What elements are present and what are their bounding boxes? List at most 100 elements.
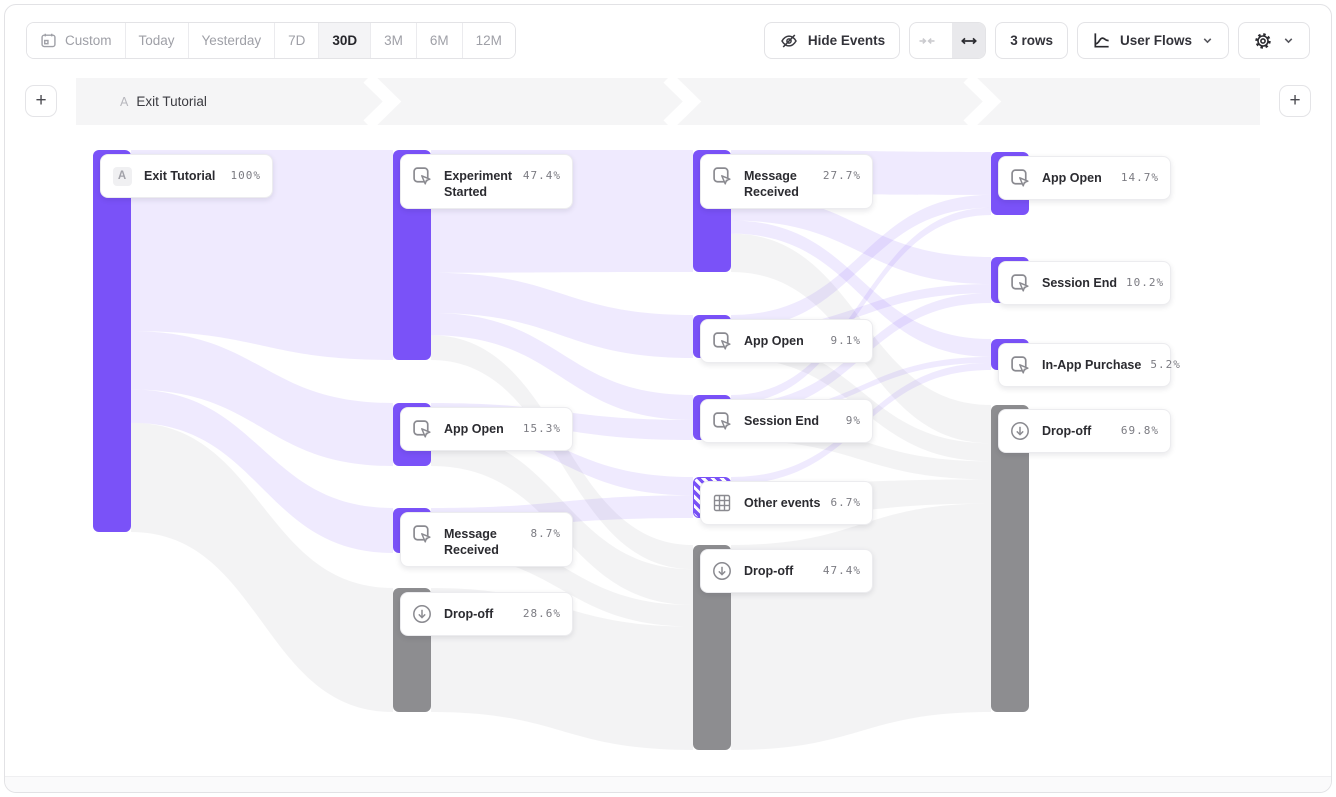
node-percentage: 9% (846, 408, 861, 427)
view-selector-label: User Flows (1120, 33, 1192, 48)
sankey-card-drop3[interactable]: Drop-off 47.4% (700, 549, 873, 593)
drop-off-icon (709, 558, 735, 584)
date-range-30d[interactable]: 30D (319, 23, 371, 58)
node-percentage: 9.1% (831, 328, 862, 347)
sankey-card-se3[interactable]: Session End 9% (700, 399, 873, 443)
arrows-expand-icon[interactable] (952, 23, 985, 58)
scrollbar-track[interactable] (5, 776, 1331, 792)
chevron-down-icon (1201, 34, 1214, 47)
sankey-card-app2[interactable]: App Open 15.3% (400, 407, 573, 451)
sankey-card-msg2[interactable]: Message Received 8.7% (400, 512, 573, 567)
sankey-card-other3[interactable]: Other events 6.7% (700, 481, 873, 525)
rows-button[interactable]: 3 rows (995, 22, 1068, 59)
toolbar: Custom Today Yesterday 7D 30D 3M 6M 12M Hide Ev… (26, 22, 1310, 59)
step-badge: A (120, 95, 128, 109)
sankey-card-iap4[interactable]: In-App Purchase5.2% (998, 343, 1171, 387)
date-range-label: Yesterday (202, 33, 262, 48)
step-badge: A (109, 163, 135, 189)
node-percentage: 14.7% (1121, 165, 1159, 184)
node-percentage: 100% (231, 163, 262, 182)
event-icon (1007, 165, 1033, 191)
node-percentage: 8.7% (531, 521, 562, 540)
rows-label: 3 rows (1010, 33, 1053, 48)
date-range-label: 6M (430, 33, 449, 48)
date-range-label: Custom (65, 33, 112, 48)
settings-dropdown[interactable] (1238, 22, 1310, 59)
step-label[interactable]: A Exit Tutorial (120, 78, 207, 125)
chevron-down-icon (1282, 34, 1295, 47)
eye-off-icon (779, 31, 799, 51)
node-percentage: 6.7% (831, 490, 862, 509)
other-events-grid-icon (709, 490, 735, 516)
sankey-link-drop3-drop4[interactable] (731, 504, 991, 750)
sankey-card-exp[interactable]: Experiment Started 47.4% (400, 154, 573, 209)
sankey-card-app4[interactable]: App Open 14.7% (998, 156, 1171, 200)
step-separator-chevrons (76, 78, 1260, 125)
date-range-label: 30D (332, 33, 357, 48)
node-percentage: 15.3% (523, 416, 561, 435)
event-icon (409, 163, 435, 189)
node-label: Drop-off (744, 558, 793, 579)
date-range-12m[interactable]: 12M (463, 23, 515, 58)
date-range-6m[interactable]: 6M (417, 23, 463, 58)
node-percentage: 10.2% (1126, 270, 1164, 289)
steps-header-strip: A Exit Tutorial (76, 78, 1260, 125)
node-label: Exit Tutorial (144, 163, 215, 184)
sankey-card-drop4[interactable]: Drop-off 69.8% (998, 409, 1171, 453)
node-percentage: 27.7% (823, 163, 861, 182)
sankey-card-msg3[interactable]: Message Received 27.7% (700, 154, 873, 209)
flow-chart-icon (1092, 31, 1111, 50)
event-icon (409, 521, 435, 547)
date-range-label: 7D (288, 33, 305, 48)
sankey-card-exit[interactable]: A Exit Tutorial 100% (100, 154, 273, 198)
step-title: Exit Tutorial (136, 94, 207, 109)
node-label: Session End (744, 408, 819, 429)
add-step-right-button[interactable]: + (1279, 85, 1311, 117)
sankey-card-app3[interactable]: App Open 9.1% (700, 319, 873, 363)
drop-off-icon (409, 601, 435, 627)
sankey-bar-exit[interactable] (93, 150, 131, 532)
node-label: Session End (1042, 270, 1117, 291)
add-step-left-button[interactable]: + (25, 85, 57, 117)
node-label: App Open (744, 328, 804, 349)
gear-icon (1253, 31, 1273, 51)
date-range-label: 3M (384, 33, 403, 48)
node-percentage: 5.2% (1150, 352, 1181, 371)
event-icon (409, 416, 435, 442)
node-label: Other events (744, 490, 820, 511)
calendar-icon (40, 32, 57, 49)
node-label: Drop-off (444, 601, 493, 622)
date-range-label: Today (139, 33, 175, 48)
drop-off-icon (1007, 418, 1033, 444)
node-label: Drop-off (1042, 418, 1091, 439)
sankey-card-se4[interactable]: Session End 10.2% (998, 261, 1171, 305)
arrows-collapse-icon[interactable] (910, 23, 943, 58)
hide-events-label: Hide Events (808, 33, 885, 48)
view-selector-dropdown[interactable]: User Flows (1077, 22, 1229, 59)
date-range-label: 12M (476, 33, 502, 48)
event-icon (709, 408, 735, 434)
node-percentage: 47.4% (823, 558, 861, 577)
date-range-yesterday[interactable]: Yesterday (189, 23, 276, 58)
node-label: In-App Purchase (1042, 352, 1141, 373)
sankey-card-drop2[interactable]: Drop-off 28.6% (400, 592, 573, 636)
toolbar-right: Hide Events 3 rows (764, 22, 1310, 59)
date-range-selector: Custom Today Yesterday 7D 30D 3M 6M 12M (26, 22, 516, 59)
chart-width-controls (909, 22, 986, 59)
date-range-today[interactable]: Today (126, 23, 189, 58)
node-percentage: 47.4% (523, 163, 561, 182)
node-label: Message Received (744, 163, 814, 200)
node-percentage: 28.6% (523, 601, 561, 620)
event-icon (1007, 352, 1033, 378)
node-label: Message Received (444, 521, 516, 558)
node-label: App Open (1042, 165, 1102, 186)
node-percentage: 69.8% (1121, 418, 1159, 437)
date-range-3m[interactable]: 3M (371, 23, 417, 58)
date-range-7d[interactable]: 7D (275, 23, 319, 58)
date-range-custom[interactable]: Custom (27, 23, 126, 58)
hide-events-button[interactable]: Hide Events (764, 22, 900, 59)
event-icon (1007, 270, 1033, 296)
node-label: App Open (444, 416, 504, 437)
node-label: Experiment Started (444, 163, 514, 200)
event-icon (709, 163, 735, 189)
